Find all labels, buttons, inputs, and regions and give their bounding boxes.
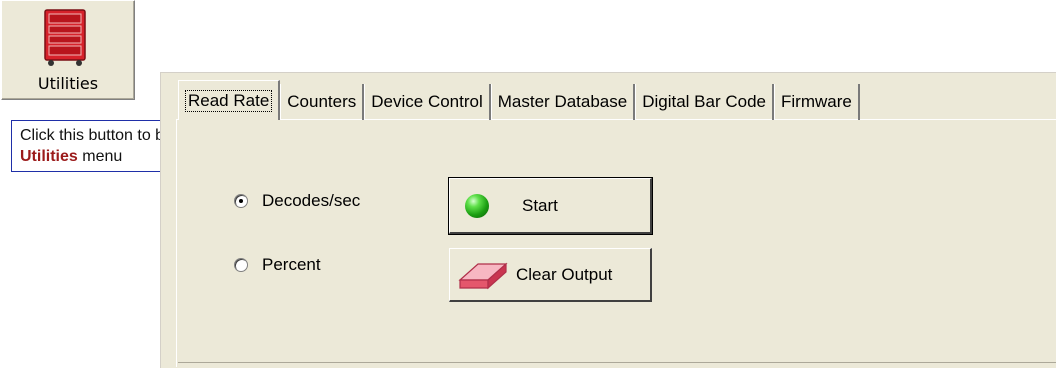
tab-master-database[interactable]: Master Database <box>490 84 636 120</box>
tab-label: Device Control <box>371 92 483 111</box>
utilities-button[interactable]: Utilities <box>1 0 135 100</box>
tab-label: Counters <box>287 92 357 111</box>
start-label: Start <box>522 195 558 215</box>
clear-output-button[interactable]: Clear Output <box>449 248 652 302</box>
start-button[interactable]: Start <box>448 177 653 235</box>
toolbox-icon <box>44 9 86 66</box>
tab-read-rate[interactable]: Read Rate <box>178 80 281 120</box>
radio-button[interactable] <box>234 258 248 272</box>
callout-suffix: menu <box>77 148 123 165</box>
tab-counters[interactable]: Counters <box>280 84 365 120</box>
callout-highlight: Utilities <box>20 148 78 165</box>
tab-strip: Read Rate Counters Device Control Master… <box>178 80 860 120</box>
green-light-icon <box>465 193 489 218</box>
read-rate-tab-content <box>176 119 1056 367</box>
radio-button[interactable] <box>234 194 248 208</box>
utilities-label: Utilities <box>37 74 99 93</box>
radio-percent[interactable]: Percent <box>234 255 321 275</box>
eraser-icon <box>458 262 508 289</box>
radio-decodes-per-sec[interactable]: Decodes/sec <box>234 191 360 211</box>
clear-output-label: Clear Output <box>516 264 613 284</box>
tab-label: Digital Bar Code <box>642 92 766 111</box>
tab-label: Master Database <box>497 92 628 111</box>
radio-label: Percent <box>262 255 321 274</box>
tab-device-control[interactable]: Device Control <box>364 84 491 120</box>
tab-firmware[interactable]: Firmware <box>774 84 860 120</box>
tab-label: Read Rate <box>185 89 273 112</box>
tab-label: Firmware <box>781 92 852 111</box>
radio-label: Decodes/sec <box>262 191 361 210</box>
tab-digital-bar-code[interactable]: Digital Bar Code <box>635 84 774 120</box>
divider <box>178 362 1056 363</box>
